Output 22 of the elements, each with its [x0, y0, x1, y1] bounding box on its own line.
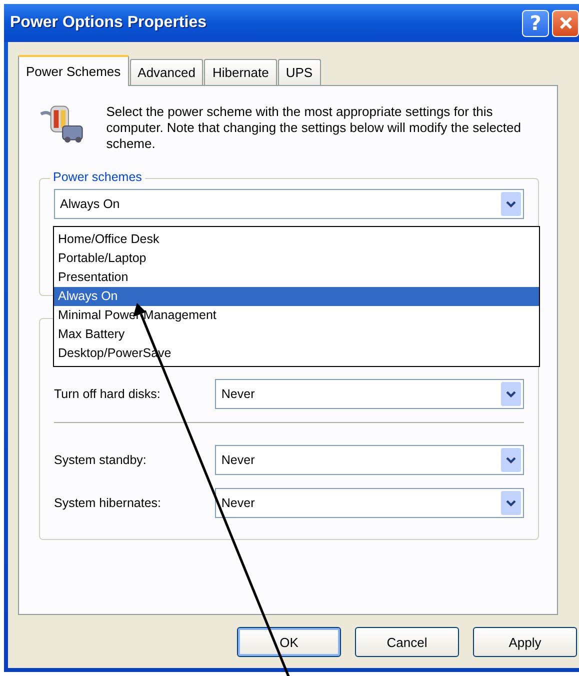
setting-label: System hibernates:	[54, 496, 162, 510]
dropdown-option[interactable]: Portable/Laptop	[54, 249, 539, 268]
setting-label: System standby:	[54, 453, 148, 467]
setting-dropdown[interactable]: Never	[215, 488, 524, 518]
dialog-button[interactable]: Apply	[473, 627, 577, 657]
tab[interactable]: Advanced	[130, 59, 204, 85]
dropdown-option[interactable]: Max Battery	[54, 325, 539, 344]
dialog-button[interactable]: OK	[237, 627, 341, 657]
tab[interactable]: Hibernate	[204, 59, 277, 85]
setting-dropdown[interactable]: Never	[215, 445, 524, 475]
dropdown-option[interactable]: Always On	[54, 287, 539, 306]
power-scheme-dropdown[interactable]: Always On	[54, 189, 524, 219]
window-title: Power Options Properties	[10, 14, 208, 32]
dropdown-option[interactable]: Presentation	[54, 268, 539, 287]
group-label: Power schemes	[50, 170, 145, 184]
setting-dropdown[interactable]: Never	[215, 379, 524, 409]
description-text: Select the power scheme with the most appropriate settings for this computer. Note that changing the settings below will modify the selected scheme.	[106, 104, 522, 152]
setting-label: Turn off hard disks:	[54, 387, 162, 401]
tab[interactable]: Power Schemes	[18, 55, 129, 86]
tab[interactable]: UPS	[278, 59, 321, 85]
dialog-button[interactable]: Cancel	[355, 627, 459, 657]
dropdown-option[interactable]: Home/Office Desk	[54, 230, 539, 249]
